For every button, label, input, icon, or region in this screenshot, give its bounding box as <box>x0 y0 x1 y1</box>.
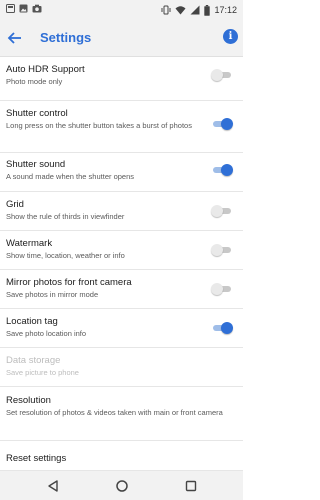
toggle-thumb <box>211 244 223 256</box>
grid-toggle[interactable] <box>211 205 233 217</box>
notification-icon <box>6 4 15 13</box>
setting-reset[interactable]: Reset settings <box>0 441 243 467</box>
setting-subtitle: Photo mode only <box>6 77 63 86</box>
recents-square-icon[interactable] <box>184 479 198 493</box>
setting-title: Auto HDR Support <box>6 64 85 75</box>
setting-mirror-photos[interactable]: Mirror photos for front camera Save phot… <box>0 270 243 308</box>
status-bar-left <box>6 4 42 13</box>
signal-icon <box>190 5 200 15</box>
setting-location-tag[interactable]: Location tag Save photo location info <box>0 309 243 347</box>
setting-shutter-control[interactable]: Shutter control Long press on the shutte… <box>0 101 243 152</box>
info-icon[interactable]: i <box>223 29 238 44</box>
status-bar-right: 17:12 <box>161 3 237 17</box>
setting-grid[interactable]: Grid Show the rule of thirds in viewfind… <box>0 192 243 230</box>
app-bar: Settings i <box>0 20 243 57</box>
setting-subtitle: A sound made when the shutter opens <box>6 172 135 181</box>
setting-subtitle: Long press on the shutter button takes a… <box>6 121 192 130</box>
setting-data-storage: Data storage Save picture to phone <box>0 348 243 386</box>
setting-subtitle: Save picture to phone <box>6 368 79 377</box>
setting-title: Data storage <box>6 355 61 366</box>
setting-shutter-sound[interactable]: Shutter sound A sound made when the shut… <box>0 153 243 191</box>
home-circle-icon[interactable] <box>115 479 129 493</box>
back-triangle-icon[interactable] <box>46 479 60 493</box>
status-bar: 17:12 <box>0 0 243 20</box>
setting-title: Location tag <box>6 316 58 327</box>
camera-icon <box>32 4 42 13</box>
mirror-photos-toggle[interactable] <box>211 283 233 295</box>
vibrate-icon <box>161 5 171 15</box>
toggle-thumb <box>211 69 223 81</box>
watermark-toggle[interactable] <box>211 244 233 256</box>
setting-subtitle: Show time, location, weather or info <box>6 251 125 260</box>
status-time: 17:12 <box>214 5 237 15</box>
setting-title: Shutter control <box>6 108 68 119</box>
setting-watermark[interactable]: Watermark Show time, location, weather o… <box>0 231 243 269</box>
setting-title: Watermark <box>6 238 53 249</box>
shutter-control-toggle[interactable] <box>211 118 233 130</box>
toggle-thumb <box>221 164 233 176</box>
location-tag-toggle[interactable] <box>211 322 233 334</box>
toggle-thumb <box>221 118 233 130</box>
toggle-thumb <box>211 283 223 295</box>
image-icon <box>19 4 28 13</box>
setting-title: Grid <box>6 199 24 210</box>
wifi-icon <box>175 6 186 15</box>
setting-title: Shutter sound <box>6 159 66 170</box>
setting-title: Mirror photos for front camera <box>6 277 132 288</box>
setting-subtitle: Set resolution of photos & videos taken … <box>6 408 223 417</box>
setting-title: Resolution <box>6 395 51 406</box>
setting-auto-hdr[interactable]: Auto HDR Support Photo mode only <box>0 58 243 100</box>
toggle-thumb <box>211 205 223 217</box>
back-arrow-icon[interactable] <box>6 29 24 47</box>
toggle-thumb <box>221 322 233 334</box>
setting-title: Reset settings <box>6 453 67 464</box>
shutter-sound-toggle[interactable] <box>211 164 233 176</box>
page-title: Settings <box>40 30 92 45</box>
setting-subtitle: Save photos in mirror mode <box>6 290 99 299</box>
auto-hdr-toggle[interactable] <box>211 69 233 81</box>
battery-icon <box>204 4 211 16</box>
setting-resolution[interactable]: Resolution Set resolution of photos & vi… <box>0 387 243 440</box>
setting-subtitle: Show the rule of thirds in viewfinder <box>6 212 125 221</box>
setting-subtitle: Save photo location info <box>6 329 87 338</box>
navigation-bar <box>0 470 243 500</box>
